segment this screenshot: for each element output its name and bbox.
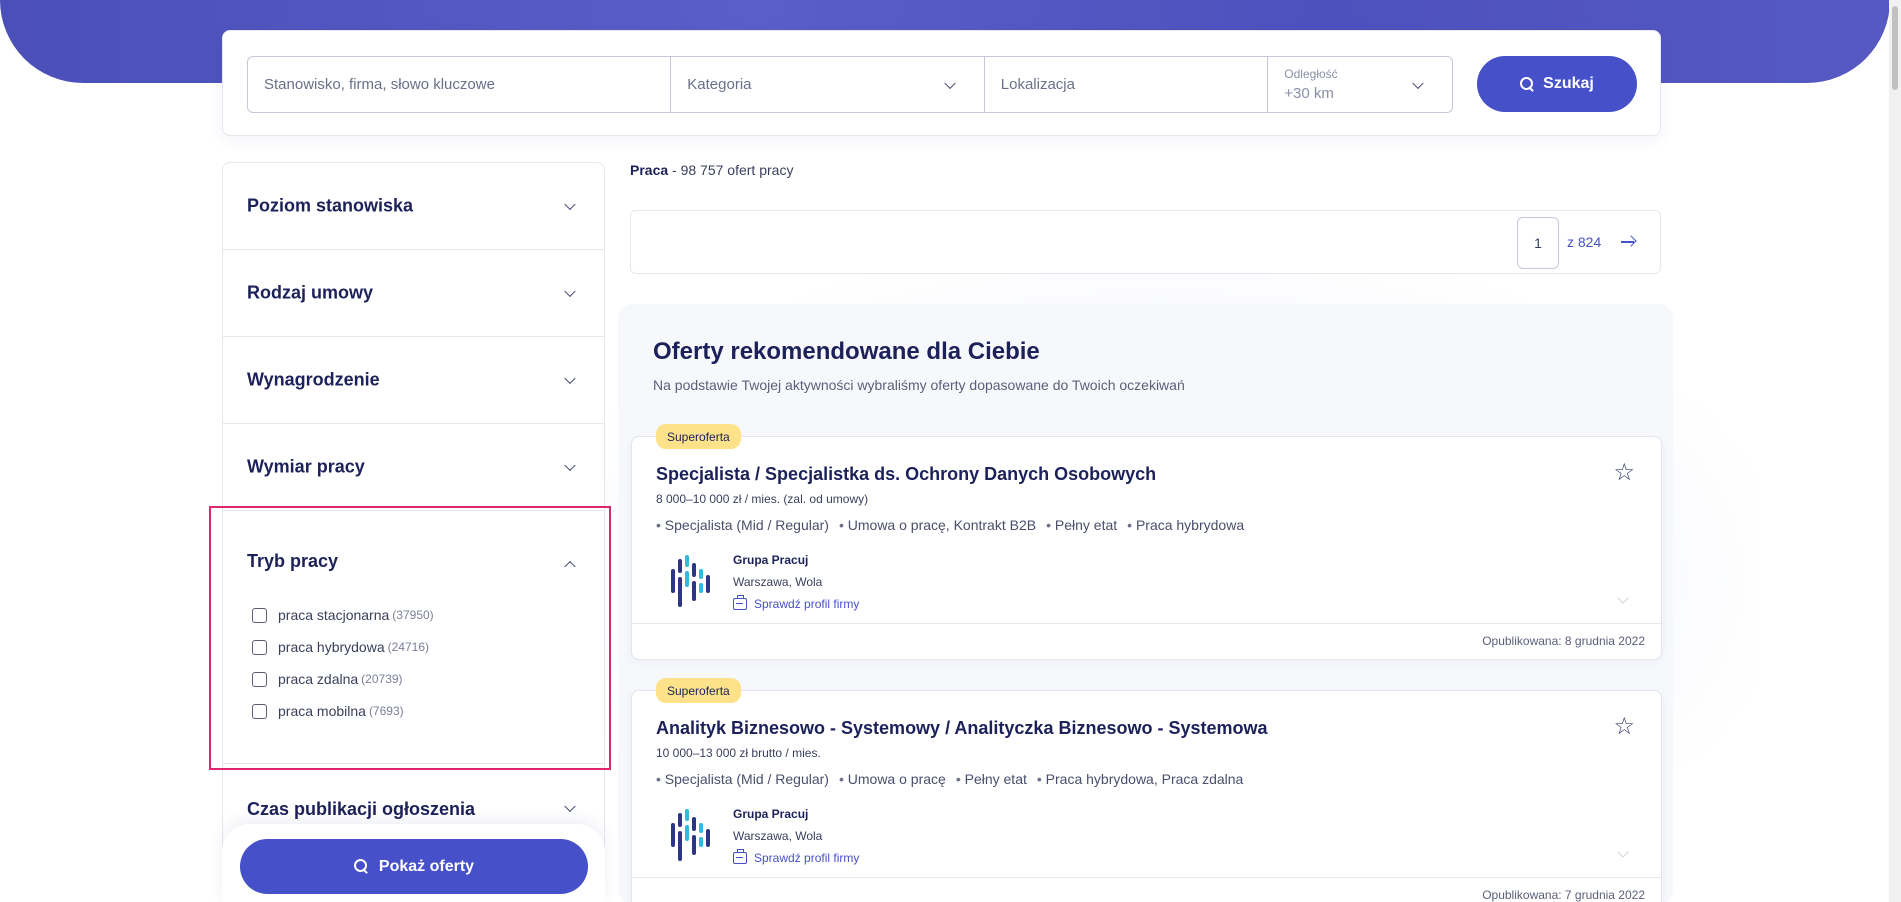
- offer-title[interactable]: Analityk Biznesowo - Systemowy / Anality…: [656, 718, 1268, 739]
- result-count: Praca - 98 757 ofert pracy: [630, 162, 793, 178]
- published-date: Opublikowana: 7 grudnia 2022: [1482, 888, 1645, 902]
- chevron-down-icon[interactable]: [1617, 592, 1629, 604]
- chevron-down-icon: [564, 285, 576, 298]
- arrow-right-icon[interactable]: [1621, 235, 1637, 249]
- pagination-bar: 1 z 824: [630, 210, 1661, 274]
- chevron-down-icon: [1412, 77, 1424, 89]
- show-offers-label: Pokaż oferty: [378, 857, 475, 875]
- scrollbar-thumb[interactable]: [1892, 6, 1898, 90]
- offer-tags: Specjalista (Mid / Regular) Umowa o prac…: [656, 517, 1244, 533]
- filter-worktime-title: Wymiar pracy: [247, 456, 365, 477]
- chevron-down-icon: [564, 459, 576, 472]
- keyword-placeholder: Stanowisko, firma, słowo kluczowe: [264, 76, 495, 93]
- search-card: Stanowisko, firma, słowo kluczowe Katego…: [222, 30, 1661, 136]
- search-button[interactable]: Szukaj: [1477, 56, 1637, 112]
- category-placeholder: Kategoria: [687, 76, 752, 93]
- page-total: z 824: [1567, 234, 1602, 250]
- filter-contract[interactable]: Rodzaj umowy: [223, 250, 604, 337]
- filter-salary[interactable]: Wynagrodzenie: [223, 337, 604, 424]
- offer-location: Warszawa, Wola: [733, 829, 823, 843]
- company-profile-link[interactable]: Sprawdź profil firmy: [733, 595, 860, 611]
- offer-tag: Specjalista (Mid / Regular): [656, 517, 829, 533]
- offer-tag: Pełny etat: [1046, 517, 1117, 533]
- offer-title[interactable]: Specjalista / Specjalistka ds. Ochrony D…: [656, 464, 1156, 485]
- offer-salary: 8 000–10 000 zł / mies. (zal. od umowy): [656, 492, 869, 506]
- published-date: Opublikowana: 8 grudnia 2022: [1482, 634, 1645, 648]
- filter-level[interactable]: Poziom stanowiska: [223, 163, 604, 250]
- star-icon[interactable]: ☆: [1613, 715, 1635, 739]
- star-icon[interactable]: ☆: [1613, 461, 1635, 485]
- distance-select[interactable]: Odległość +30 km: [1268, 57, 1452, 112]
- recommended-title: Oferty rekomendowane dla Ciebie: [653, 338, 1040, 365]
- offer-salary: 10 000–13 000 zł brutto / mies.: [656, 746, 821, 760]
- result-prefix: Praca: [630, 162, 669, 178]
- scrollbar[interactable]: [1889, 0, 1901, 902]
- offer-tag: Pełny etat: [956, 771, 1027, 787]
- company-logo: [671, 809, 711, 863]
- result-count-text: - 98 757 ofert pracy: [668, 162, 794, 178]
- chevron-down-icon: [564, 198, 576, 211]
- offer-tag: Specjalista (Mid / Regular): [656, 771, 829, 787]
- company-profile-link[interactable]: Sprawdź profil firmy: [733, 849, 860, 865]
- company-logo: [671, 555, 711, 609]
- chevron-down-icon: [564, 800, 576, 813]
- profile-link-label: Sprawdź profil firmy: [754, 851, 860, 865]
- chevron-down-icon: [564, 372, 576, 385]
- chevron-down-icon[interactable]: [1617, 846, 1629, 858]
- offer-tag: Praca hybrydowa: [1127, 517, 1244, 533]
- offer-card[interactable]: Superoferta Specjalista / Specjalistka d…: [631, 424, 1662, 660]
- distance-value: +30 km: [1284, 85, 1334, 102]
- location-input[interactable]: Lokalizacja: [985, 57, 1269, 112]
- filter-contract-title: Rodzaj umowy: [247, 282, 374, 303]
- selection-highlight: [209, 506, 611, 770]
- filter-published-title: Czas publikacji ogłoszenia: [247, 799, 476, 819]
- offer-location: Warszawa, Wola: [733, 575, 823, 589]
- search-icon: [353, 859, 369, 874]
- filter-worktime[interactable]: Wymiar pracy: [223, 424, 604, 511]
- profile-link-label: Sprawdź profil firmy: [754, 597, 860, 611]
- offer-footer: Opublikowana: 7 grudnia 2022: [632, 877, 1661, 902]
- search-box: Stanowisko, firma, słowo kluczowe Katego…: [247, 56, 1453, 113]
- offer-footer: Opublikowana: 8 grudnia 2022: [632, 623, 1661, 659]
- keyword-input[interactable]: Stanowisko, firma, słowo kluczowe: [248, 57, 672, 112]
- search-icon: [1520, 76, 1535, 92]
- company-name: Grupa Pracuj: [733, 553, 809, 567]
- recommended-subtitle: Na podstawie Twojej aktywności wybraliśm…: [653, 377, 1185, 393]
- offer-tag: Praca hybrydowa, Praca zdalna: [1037, 771, 1244, 787]
- location-placeholder: Lokalizacja: [1000, 76, 1075, 93]
- page-number-input[interactable]: 1: [1517, 217, 1559, 269]
- filter-salary-title: Wynagrodzenie: [247, 369, 380, 390]
- offer-tags: Specjalista (Mid / Regular) Umowa o prac…: [656, 771, 1244, 787]
- offer-tag: Umowa o pracę, Kontrakt B2B: [839, 517, 1036, 533]
- show-offers-button[interactable]: Pokaż oferty: [240, 839, 588, 894]
- filter-level-title: Poziom stanowiska: [247, 195, 414, 216]
- offer-card[interactable]: Superoferta Analityk Biznesowo - Systemo…: [631, 678, 1662, 902]
- chevron-down-icon: [944, 77, 956, 89]
- superoffer-badge: Superoferta: [656, 678, 741, 703]
- superoffer-badge: Superoferta: [656, 424, 741, 449]
- show-offers-bar: Pokaż oferty: [222, 824, 605, 902]
- offer-tag: Umowa o pracę: [839, 771, 946, 787]
- distance-label: Odległość: [1284, 67, 1338, 81]
- briefcase-icon: [733, 595, 747, 610]
- category-select[interactable]: Kategoria: [671, 57, 985, 112]
- search-button-label: Szukaj: [1543, 75, 1594, 92]
- briefcase-icon: [733, 849, 747, 864]
- company-name: Grupa Pracuj: [733, 807, 809, 821]
